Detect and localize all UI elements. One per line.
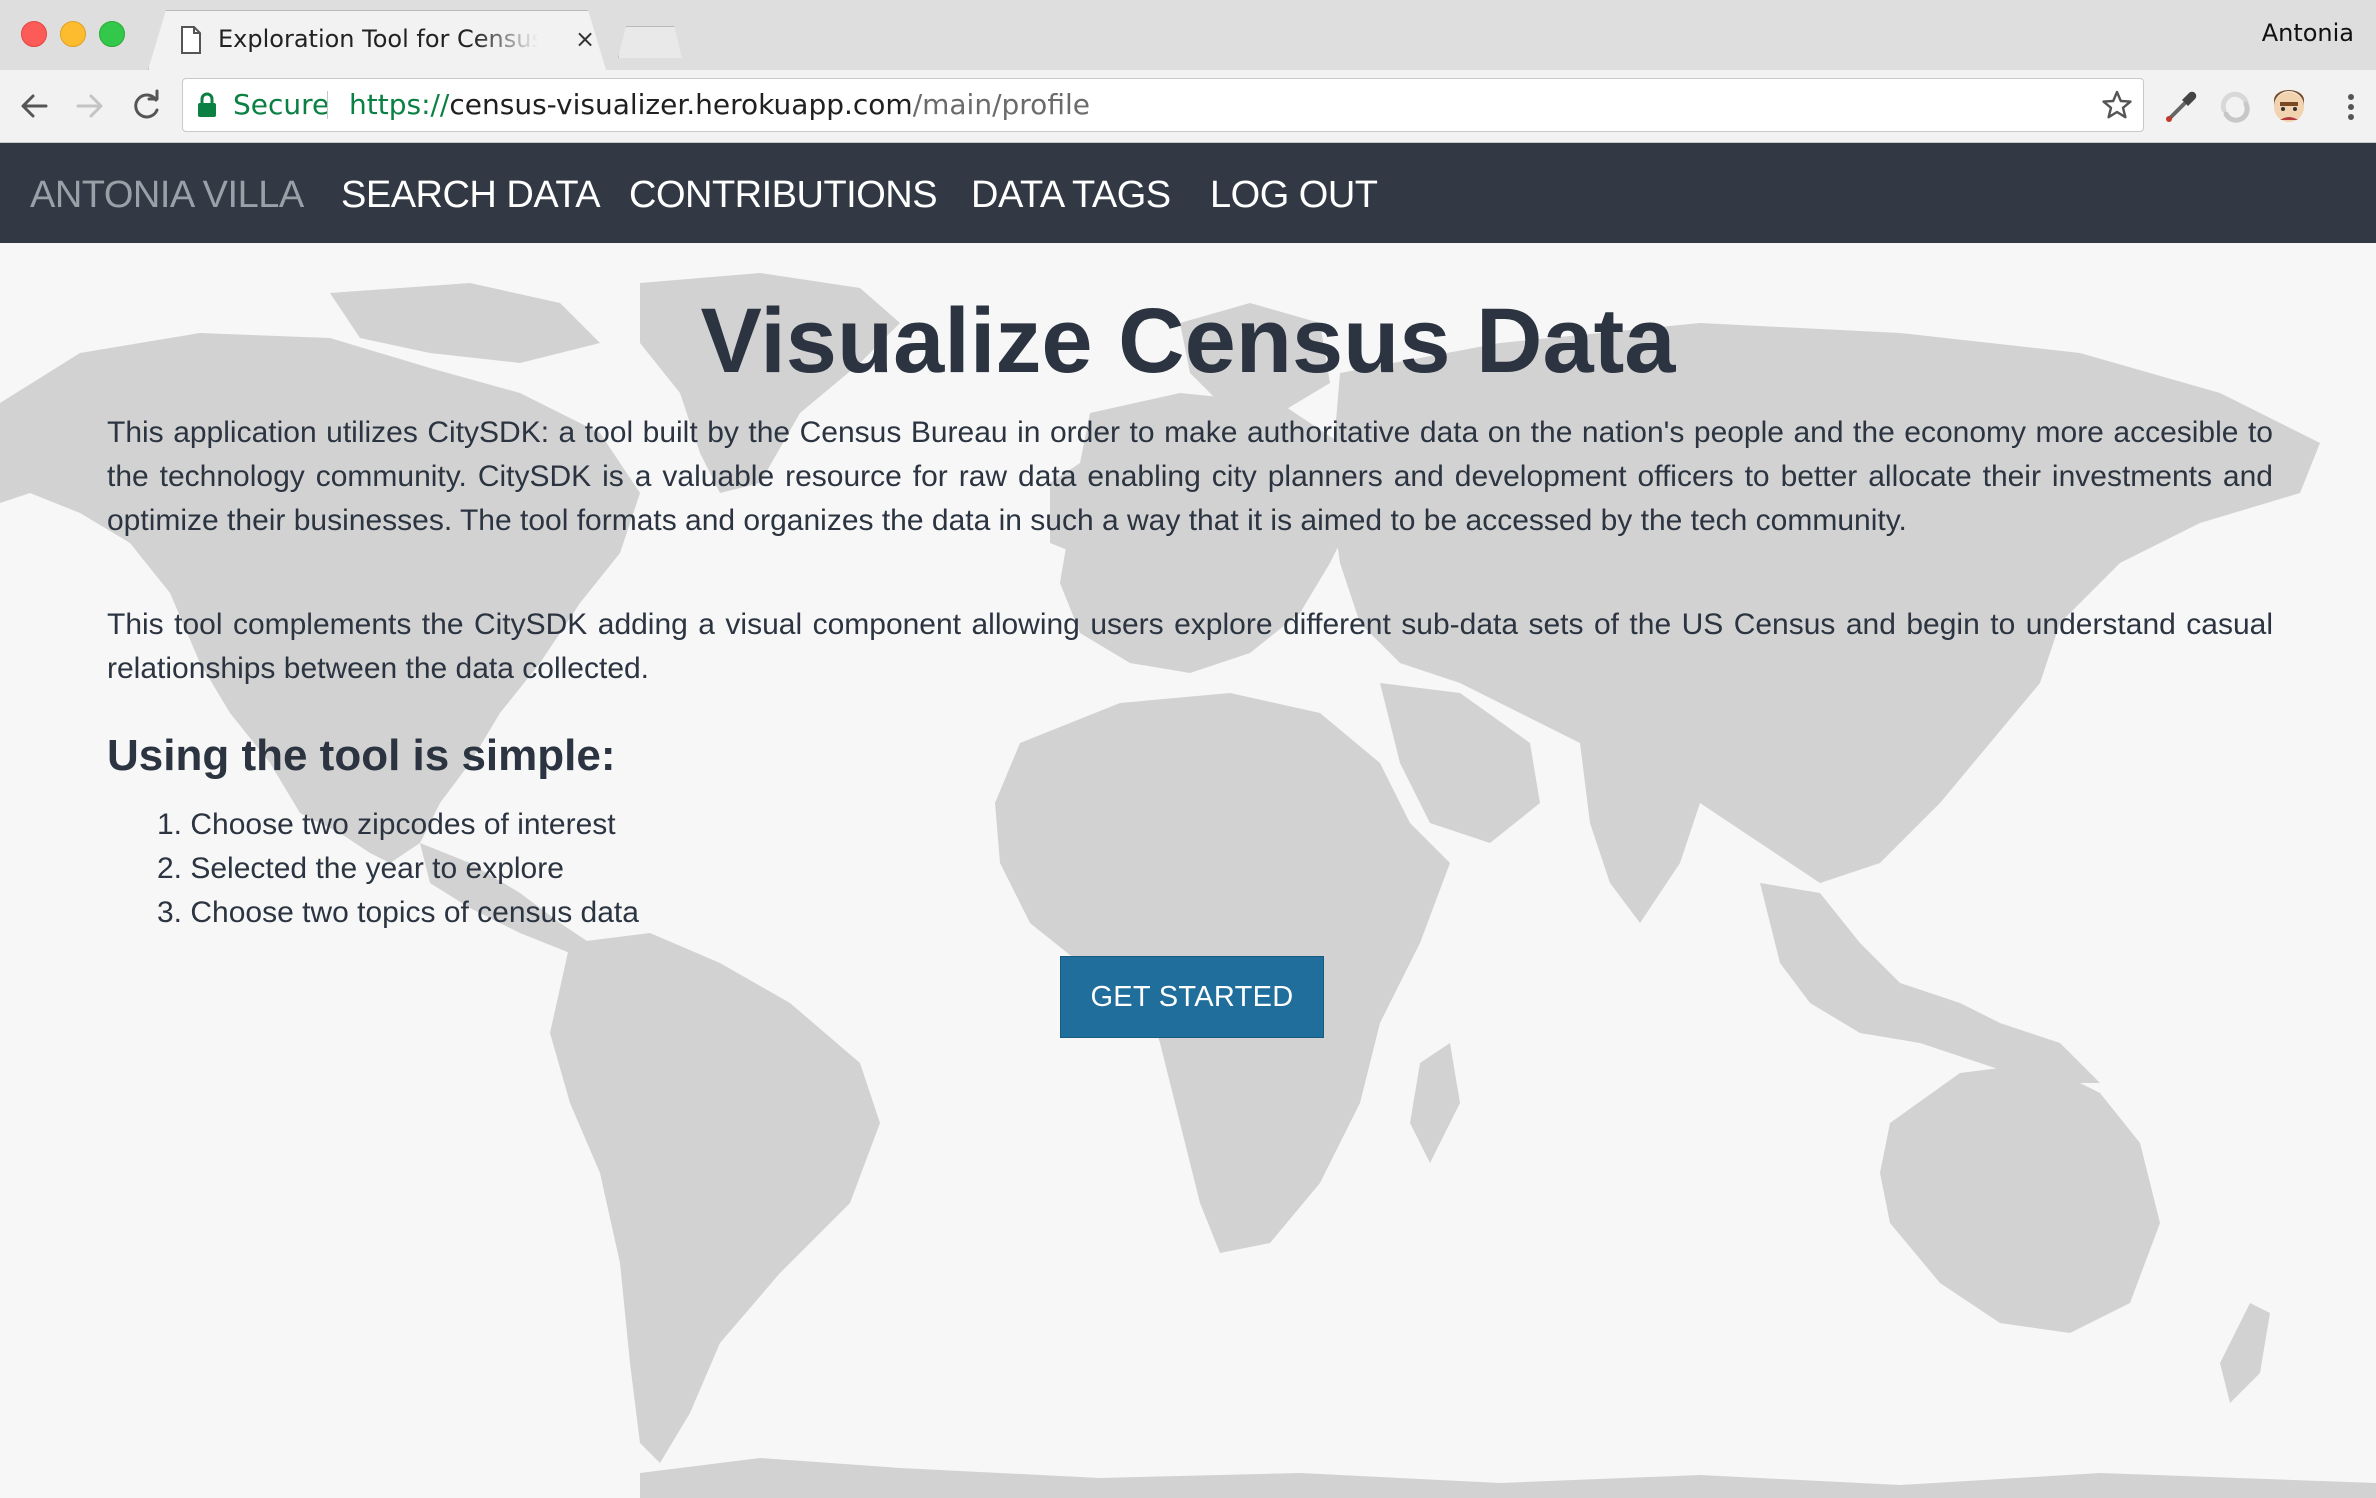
list-item: 1. Choose two zipcodes of interest xyxy=(157,808,616,841)
url-path: /main/profile xyxy=(912,88,1090,121)
document-icon xyxy=(181,26,201,54)
secure-label: Secure xyxy=(233,88,330,121)
lock-icon xyxy=(198,92,216,117)
browser-titlebar: Exploration Tool for Census Da × Antonia xyxy=(0,0,2376,70)
steps-list: 1. Choose two zipcodes of interest 2. Se… xyxy=(157,803,639,935)
browser-profile-name[interactable]: Antonia xyxy=(2262,18,2354,48)
new-tab-button[interactable] xyxy=(618,26,682,58)
window-close-button[interactable] xyxy=(21,21,47,47)
nav-link-data-tags[interactable]: DATA TAGS xyxy=(971,173,1171,217)
site-navbar: ANTONIA VILLA SEARCH DATA CONTRIBUTIONS … xyxy=(0,143,2376,243)
how-to-heading: Using the tool is simple: xyxy=(107,731,616,780)
browser-toolbar: Secure https://census-visualizer.herokua… xyxy=(0,70,2376,143)
star-icon[interactable] xyxy=(2101,89,2133,121)
get-started-button[interactable]: GET STARTED xyxy=(1060,956,1324,1038)
extension-swirl-icon[interactable] xyxy=(2216,88,2254,126)
url-scheme: https:// xyxy=(349,88,450,121)
nav-link-log-out[interactable]: LOG OUT xyxy=(1210,173,1378,217)
address-bar[interactable]: Secure https://census-visualizer.herokua… xyxy=(182,78,2144,132)
tab-close-icon[interactable]: × xyxy=(574,24,596,54)
complement-paragraph: This tool complements the CitySDK adding… xyxy=(107,608,2273,685)
window-maximize-button[interactable] xyxy=(99,21,125,47)
tab-title: Exploration Tool for Census Da xyxy=(218,25,538,53)
list-item: 3. Choose two topics of census data xyxy=(157,896,639,929)
navbar-brand[interactable]: ANTONIA VILLA xyxy=(30,173,304,217)
profile-avatar-icon[interactable] xyxy=(2270,88,2308,126)
page-title: Visualize Census Data xyxy=(700,290,1676,392)
url-text[interactable]: https://census-visualizer.herokuapp.com/… xyxy=(349,88,1090,122)
list-item: 2. Selected the year to explore xyxy=(157,852,564,885)
browser-tab-content[interactable]: Exploration Tool for Census Da × xyxy=(170,10,595,70)
nav-link-search-data[interactable]: SEARCH DATA xyxy=(341,173,601,217)
arrow-right-icon[interactable] xyxy=(72,88,108,124)
nav-link-contributions[interactable]: CONTRIBUTIONS xyxy=(629,173,938,217)
eyedropper-icon[interactable] xyxy=(2162,88,2200,126)
content-container: Visualize Census Data This application u… xyxy=(0,243,2376,1498)
kebab-menu-icon[interactable] xyxy=(2332,88,2370,126)
arrow-left-icon[interactable] xyxy=(16,88,52,124)
window-minimize-button[interactable] xyxy=(60,21,86,47)
reload-icon[interactable] xyxy=(128,88,164,124)
url-host: census-visualizer.herokuapp.com xyxy=(449,88,913,121)
intro-paragraph: This application utilizes CitySDK: a too… xyxy=(107,416,2273,537)
url-separator xyxy=(327,91,328,119)
main-content: Visualize Census Data This application u… xyxy=(0,243,2376,1498)
